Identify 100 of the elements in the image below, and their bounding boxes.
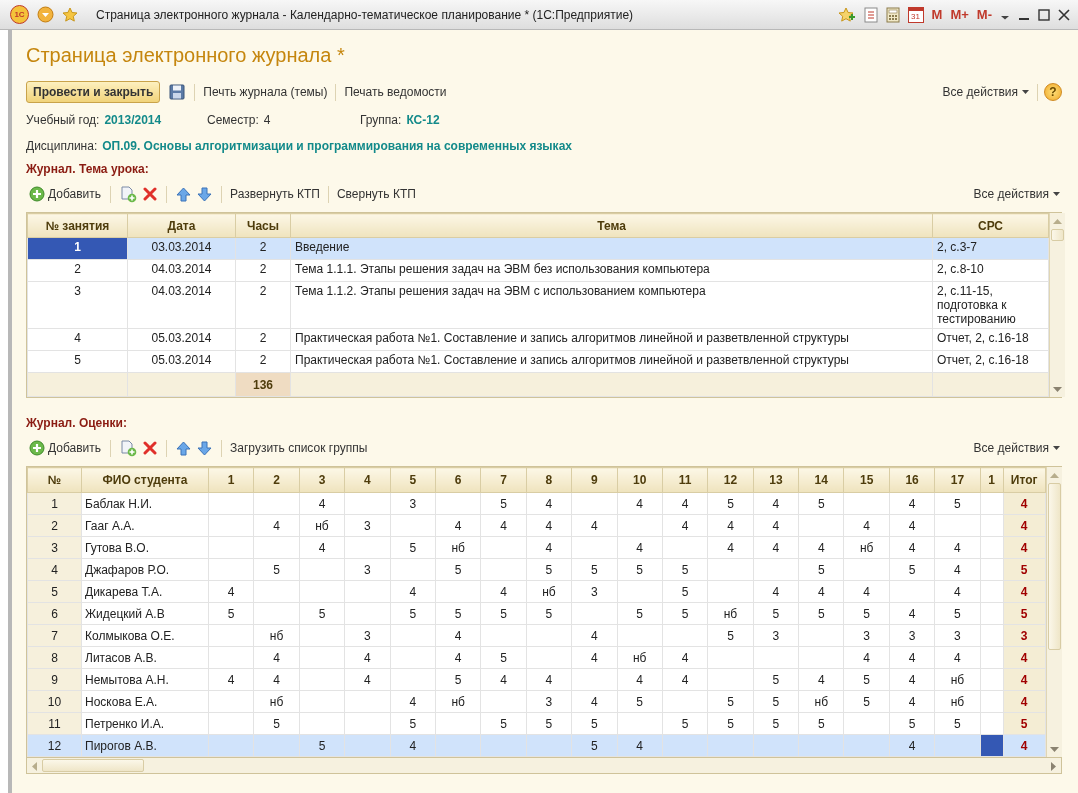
table-cell: 5 xyxy=(390,536,436,559)
toolbar-link[interactable]: Печать ведомости xyxy=(342,85,449,99)
table-cell xyxy=(480,690,527,713)
column-header[interactable]: 9 xyxy=(571,467,617,493)
table-cell: Гааг А.А. xyxy=(81,514,209,537)
table-cell: Жидецкий А.В xyxy=(81,602,209,625)
scroll-thumb[interactable] xyxy=(42,759,144,772)
calculator-icon[interactable] xyxy=(885,6,900,23)
calendar-button[interactable]: 31 xyxy=(907,6,924,23)
memory-button[interactable]: M+ xyxy=(950,7,969,22)
field-label: Семестр: xyxy=(207,113,259,127)
toolbar-link[interactable]: Развернуть КТП xyxy=(228,187,322,201)
column-header[interactable]: Дата xyxy=(127,213,236,238)
column-header[interactable]: № xyxy=(27,467,82,493)
field-value[interactable]: КС-12 xyxy=(406,113,440,127)
table-row[interactable]: 10 Носкова Е.А. нб 4 нб 3 4 5 5 5 нб 5 4 нб 4 xyxy=(27,690,1046,713)
table-cell xyxy=(480,624,527,647)
all-actions-button[interactable]: Все действия xyxy=(971,441,1062,455)
form-title: Страница электронного журнала * xyxy=(26,43,346,68)
close-icon[interactable] xyxy=(1058,8,1070,21)
table-cell xyxy=(299,624,345,647)
add-button[interactable]: Добавить xyxy=(26,440,105,456)
table-cell: 5 xyxy=(934,492,981,515)
table-row[interactable]: 12 Пирогов А.В. 5 4 5 4 4 4 xyxy=(27,734,1046,757)
toolbar-link[interactable]: Свернуть КТП xyxy=(334,187,418,201)
column-header[interactable]: Часы xyxy=(235,213,291,238)
all-actions-button[interactable]: Все действия xyxy=(940,85,1031,99)
memory-button[interactable]: M- xyxy=(976,7,992,22)
vertical-scrollbar[interactable] xyxy=(1049,213,1065,397)
table-cell xyxy=(390,646,436,669)
table-cell: 5 xyxy=(27,580,82,603)
column-header[interactable]: 1 xyxy=(980,467,1004,493)
table-cell xyxy=(798,624,844,647)
table-row[interactable]: 3 04.03.2014 2 Тема 1.1.2. Этапы решения задач на ЭВМ с использованием компьютера 2, с.11-15, подготовка к тестированию xyxy=(27,281,1049,329)
table-row[interactable]: 5 05.03.2014 2 Практическая работа №1. Составление и запись алгоритмов линейной и разветвленной структуры Отчет, 2, с.16-18 xyxy=(27,350,1049,373)
table-row[interactable]: 5 Дикарева Т.А. 4 4 4 нб 3 5 4 4 4 4 4 xyxy=(27,580,1046,603)
field-value[interactable]: 2013/2014 xyxy=(104,113,162,127)
dropdown-circle-icon[interactable] xyxy=(37,6,54,23)
toolbar-link[interactable]: Загрузить список группы xyxy=(228,441,370,455)
table-row[interactable]: 4 Джафаров Р.О. 5 3 5 5 5 5 5 5 5 4 5 xyxy=(27,558,1046,581)
column-header[interactable]: ФИО студента xyxy=(81,467,209,493)
scroll-thumb[interactable] xyxy=(1051,229,1064,241)
memory-button[interactable]: M xyxy=(931,7,943,22)
table-cell xyxy=(798,646,844,669)
table-row[interactable]: 6 Жидецкий А.В 5 5 5 5 5 5 5 5 нб 5 5 5 4 5 5 xyxy=(27,602,1046,625)
scroll-down-icon[interactable] xyxy=(1049,746,1059,752)
maximize-icon[interactable] xyxy=(1038,8,1050,21)
table-row[interactable]: 4 05.03.2014 2 Практическая работа №1. Составление и запись алгоритмов линейной и разветвленной структуры Отчет, 2, с.16-18 xyxy=(27,328,1049,351)
column-header[interactable]: 16 xyxy=(889,467,935,493)
table-row[interactable]: 9 Немытова А.Н. 4 4 4 5 4 4 4 4 5 4 5 4 нб 4 xyxy=(27,668,1046,691)
column-header[interactable]: № занятия xyxy=(27,213,128,238)
column-header[interactable]: 5 xyxy=(390,467,436,493)
table-cell: 3 xyxy=(27,281,128,329)
column-header[interactable]: 14 xyxy=(798,467,844,493)
table-cell: 4 xyxy=(435,514,481,537)
all-actions-button[interactable]: Все действия xyxy=(971,187,1062,201)
scroll-down-icon[interactable] xyxy=(1053,386,1062,392)
column-header[interactable]: 3 xyxy=(299,467,345,493)
column-header[interactable]: 15 xyxy=(843,467,890,493)
scroll-right-icon[interactable] xyxy=(1051,761,1056,771)
column-header[interactable]: 17 xyxy=(934,467,981,493)
table-row[interactable]: 8 Литасов А.В. 4 4 4 5 4 нб 4 4 4 4 4 xyxy=(27,646,1046,669)
star-add-icon[interactable] xyxy=(837,6,856,23)
scroll-thumb[interactable] xyxy=(1047,483,1061,650)
help-button[interactable]: ? xyxy=(1044,83,1062,101)
table-row[interactable]: 11 Петренко И.А. 5 5 5 5 5 5 5 5 5 5 5 5 xyxy=(27,712,1046,735)
column-header[interactable]: 11 xyxy=(662,467,708,493)
table-row[interactable]: 2 04.03.2014 2 Тема 1.1.1. Этапы решения задач на ЭВМ без использования компьютера 2, с.8-10 xyxy=(27,259,1049,282)
column-header[interactable]: 7 xyxy=(480,467,527,493)
column-header[interactable]: СРС xyxy=(932,213,1049,238)
table-cell: 5 xyxy=(571,558,617,581)
column-header[interactable]: 13 xyxy=(753,467,799,493)
scroll-left-icon[interactable] xyxy=(32,761,37,771)
column-header[interactable]: Итог xyxy=(1003,467,1046,493)
table-cell xyxy=(208,690,254,713)
column-header[interactable]: Тема xyxy=(290,213,933,238)
column-header[interactable]: 10 xyxy=(617,467,663,493)
column-header[interactable]: 6 xyxy=(435,467,481,493)
table-cell: 5 xyxy=(480,646,527,669)
add-button[interactable]: Добавить xyxy=(26,186,105,202)
table-cell: 4 xyxy=(662,668,708,691)
horizontal-scrollbar[interactable] xyxy=(26,758,1062,774)
column-header[interactable]: 1 xyxy=(208,467,254,493)
column-header[interactable]: 2 xyxy=(253,467,300,493)
scroll-up-icon[interactable] xyxy=(1053,218,1062,224)
table-row[interactable]: 2 Гааг А.А. 4 нб 3 4 4 4 4 4 4 4 4 4 4 xyxy=(27,514,1046,537)
column-header[interactable]: 8 xyxy=(526,467,572,493)
field-value[interactable]: ОП.09. Основы алгоритмизации и программирования на современных языках xyxy=(102,139,572,153)
column-header[interactable]: 12 xyxy=(707,467,754,493)
table-row[interactable]: 7 Колмыкова О.Е. нб 3 4 4 5 3 3 3 3 3 xyxy=(27,624,1046,647)
post-and-close-button[interactable]: Провести и закрыть xyxy=(26,81,161,103)
table-row[interactable]: 1 03.03.2014 2 Введение 2, с.3-7 xyxy=(27,237,1049,260)
document-icon[interactable] xyxy=(863,6,878,23)
scroll-up-icon[interactable] xyxy=(1049,472,1059,478)
star-icon[interactable] xyxy=(62,6,78,23)
column-header[interactable]: 4 xyxy=(344,467,391,493)
table-row[interactable]: 1 Баблак Н.И. 4 3 5 4 4 4 5 4 5 4 5 4 xyxy=(27,492,1046,515)
table-cell: 3 xyxy=(934,624,981,647)
toolbar-link[interactable]: Печть журнала (темы) xyxy=(201,85,330,99)
table-row[interactable]: 3 Гутова В.О. 4 5 нб 4 4 4 4 4 нб 4 4 4 xyxy=(27,536,1046,559)
